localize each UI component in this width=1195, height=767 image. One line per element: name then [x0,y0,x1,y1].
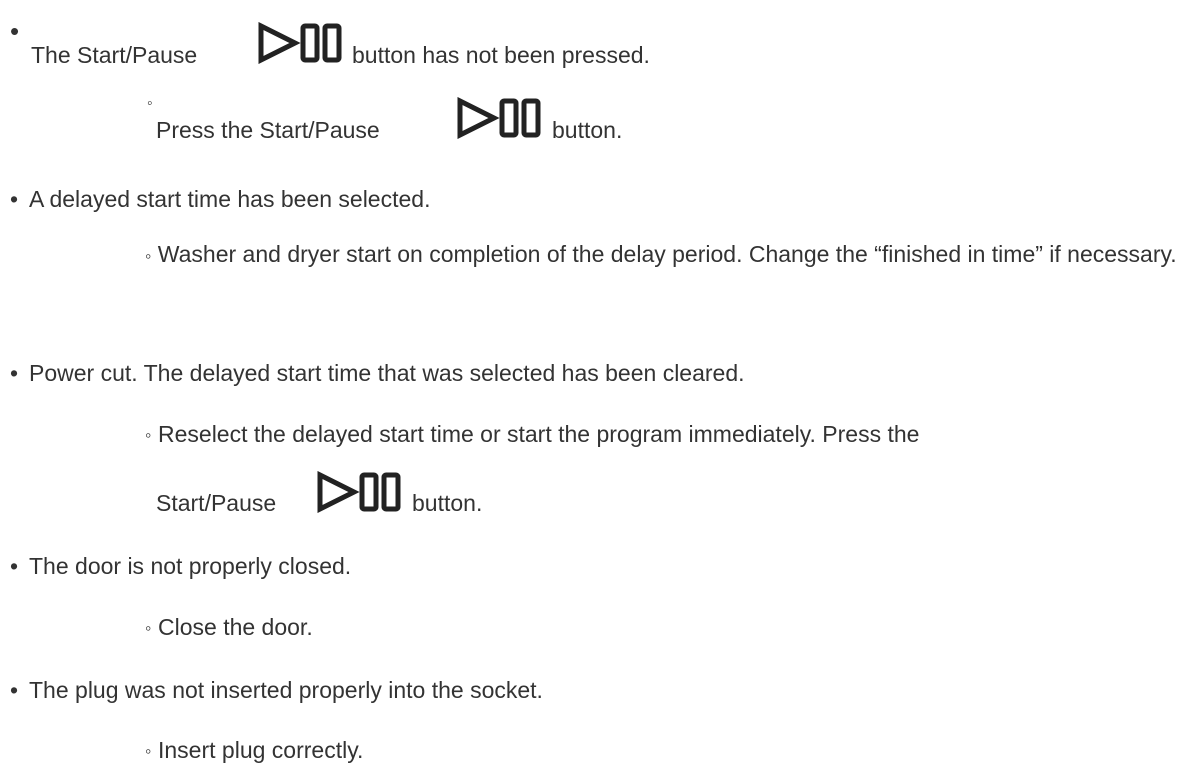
bullet: • [10,16,20,46]
list-item-text: The door is not properly closed. [29,553,352,579]
sub-bullet: ◦ [145,618,152,638]
list-item-text: The plug was not inserted properly into … [29,677,543,703]
sub-list-item-text: Reselect the delayed start time or start… [158,421,920,447]
sub-list-item: ◦ Washer and dryer start on completion o… [145,233,1190,278]
bullet: • [10,677,19,703]
sub-list-item-text: button. [552,117,623,143]
list-item-text: A delayed start time has been selected. [29,186,431,212]
sub-list-item-text: Press the Start/Pause [156,117,380,143]
sub-list-item-text: button. [412,490,483,516]
play-pause-icon [457,96,543,145]
bullet: • [10,553,19,579]
list-item-text: The Start/Pause [31,42,198,68]
sub-list-item-text: Insert plug correctly. [158,737,364,763]
list-item-text: button has not been pressed. [352,42,650,68]
sub-bullet: ◦ [145,246,152,266]
sub-bullet: ◦ [145,741,152,761]
sub-bullet: ◦ [145,425,152,445]
bullet: • [10,186,19,212]
play-pause-icon [258,21,344,70]
bullet: • [10,360,19,386]
sub-bullet: ◦ [147,95,153,112]
sub-list-item-text: Washer and dryer start on completion of … [157,241,1177,267]
sub-list-item-text: Start/Pause [156,490,277,516]
list-item-text: Power cut. The delayed start time that w… [29,360,745,386]
sub-list-item-text: Close the door. [158,614,313,640]
play-pause-icon [317,470,403,519]
